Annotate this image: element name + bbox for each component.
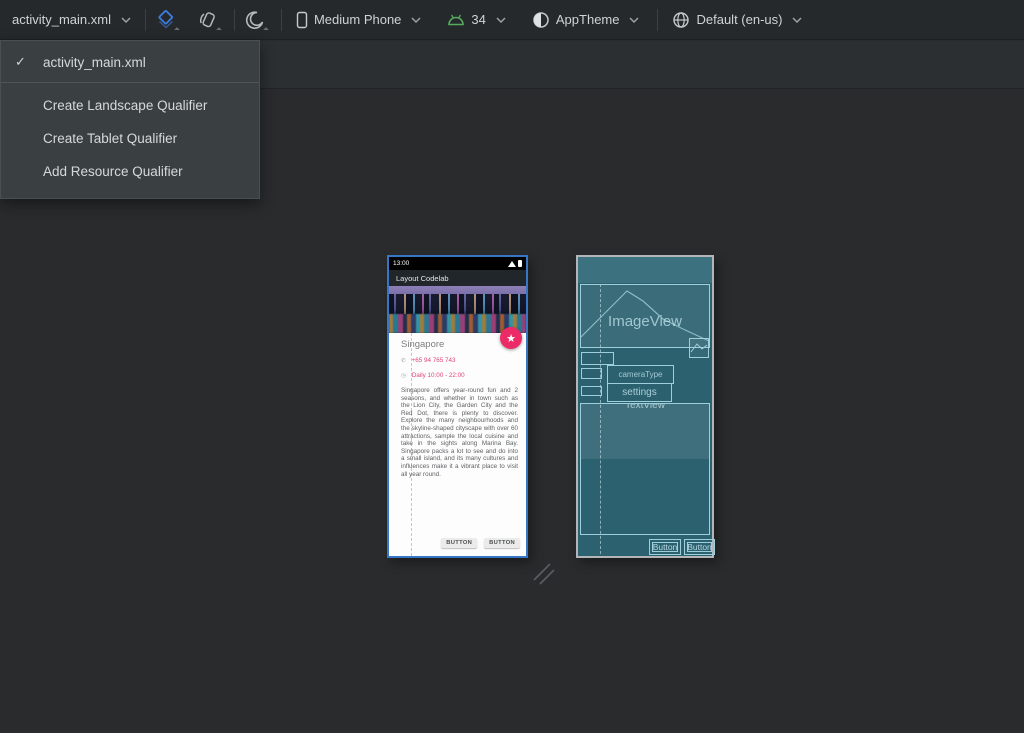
singapore-skyline-image[interactable] xyxy=(389,286,526,333)
description-text: Singapore offers year-round fun and 2 se… xyxy=(401,387,518,478)
card-button[interactable]: BUTTON xyxy=(441,538,477,548)
blueprint-cameratype-label: cameraType xyxy=(618,370,662,379)
theme-selector-label: AppTheme xyxy=(556,12,620,27)
app-bar-title: Layout Codelab xyxy=(396,274,449,283)
blueprint-button-inner-border xyxy=(652,542,678,552)
content-card: Singapore ✆ +65 94 765 743 ◷ Daily 10:00… xyxy=(389,333,526,556)
status-bar-time: 13:00 xyxy=(393,260,409,267)
blueprint-button-1[interactable]: Button xyxy=(649,539,681,555)
phone-small-icon: ✆ xyxy=(401,358,407,364)
checkmark-icon: ✓ xyxy=(15,54,43,70)
clock-small-icon: ◷ xyxy=(401,373,407,379)
orientation-button[interactable] xyxy=(194,6,222,34)
globe-icon xyxy=(672,11,690,29)
menu-divider xyxy=(1,82,259,83)
file-variant-selector[interactable]: activity_main.xml xyxy=(4,0,139,39)
chevron-down-icon xyxy=(629,17,639,23)
menu-item-add-resource-qualifier[interactable]: Add Resource Qualifier xyxy=(1,155,259,188)
design-view-preview[interactable]: 13:00 Layout Codelab ★ Singapore ✆ +65 9… xyxy=(387,255,528,558)
blueprint-fab-placeholder[interactable] xyxy=(689,338,709,358)
android-icon xyxy=(447,14,465,26)
chevron-down-icon xyxy=(121,17,131,23)
blueprint-button-2[interactable]: Button xyxy=(684,539,715,555)
design-surface-icon xyxy=(156,10,176,30)
status-bar: 13:00 xyxy=(389,257,526,270)
menu-item-create-landscape-qualifier[interactable]: Create Landscape Qualifier xyxy=(1,89,259,122)
skyline-buildings xyxy=(389,294,526,314)
menu-item-label: Add Resource Qualifier xyxy=(43,164,183,179)
app-bar: Layout Codelab xyxy=(389,270,526,286)
favorite-fab-button[interactable]: ★ xyxy=(500,327,522,349)
night-mode-button[interactable] xyxy=(241,6,269,34)
image-placeholder-icon xyxy=(690,339,708,357)
dropdown-indicator xyxy=(263,27,269,33)
file-variant-dropdown-menu: ✓ activity_main.xml Create Landscape Qua… xyxy=(0,40,260,199)
blueprint-icon-view[interactable] xyxy=(581,386,602,396)
blueprint-view-preview[interactable]: ImageView cameraType settings TextView B… xyxy=(576,255,714,558)
menu-item-activity-main[interactable]: ✓ activity_main.xml xyxy=(1,47,259,77)
blueprint-settings-view[interactable]: settings xyxy=(607,383,672,402)
menu-item-create-tablet-qualifier[interactable]: Create Tablet Qualifier xyxy=(1,122,259,155)
blueprint-textview-fill xyxy=(581,404,709,459)
contact-value[interactable]: Daily 10:00 - 22:00 xyxy=(412,372,465,379)
blueprint-settings-label: settings xyxy=(622,387,656,398)
locale-selector[interactable]: Default (en-us) xyxy=(664,0,810,39)
phone-device-icon xyxy=(296,11,308,29)
wifi-icon xyxy=(508,261,516,267)
card-button[interactable]: BUTTON xyxy=(484,538,520,548)
star-icon: ★ xyxy=(506,332,516,345)
blueprint-app-bar xyxy=(578,257,712,283)
theme-icon xyxy=(532,11,550,29)
device-selector[interactable]: Medium Phone xyxy=(288,0,429,39)
contact-row: ✆ +65 94 765 743 xyxy=(401,357,518,364)
blueprint-button-inner-border xyxy=(687,542,712,552)
orientation-icon xyxy=(197,9,219,31)
menu-item-label: Create Tablet Qualifier xyxy=(43,131,177,146)
api-level-label: 34 xyxy=(471,12,485,27)
preview-resize-handle[interactable] xyxy=(530,560,556,586)
design-toolbar: activity_main.xml Medium Phone xyxy=(0,0,1024,40)
dropdown-indicator xyxy=(216,27,222,33)
api-level-selector[interactable]: 34 xyxy=(439,0,513,39)
contact-value[interactable]: +65 94 765 743 xyxy=(412,357,456,364)
night-mode-icon xyxy=(245,10,265,30)
design-surface-selector-button[interactable] xyxy=(152,6,180,34)
toolbar-separator xyxy=(281,9,282,31)
toolbar-separator xyxy=(145,9,146,31)
blueprint-cameratype-view[interactable]: cameraType xyxy=(607,365,674,384)
file-variant-label: activity_main.xml xyxy=(12,12,111,27)
menu-item-label: Create Landscape Qualifier xyxy=(43,98,207,113)
blueprint-textview-label: TextView xyxy=(581,403,709,411)
blueprint-textview[interactable]: TextView xyxy=(580,403,710,535)
theme-selector[interactable]: AppTheme xyxy=(524,0,648,39)
toolbar-separator xyxy=(657,9,658,31)
blueprint-imageview-label: ImageView xyxy=(581,313,709,330)
menu-item-label: activity_main.xml xyxy=(43,55,146,70)
toolbar-separator xyxy=(234,9,235,31)
blueprint-icon-view[interactable] xyxy=(581,368,602,379)
dropdown-indicator xyxy=(174,27,180,33)
chevron-down-icon xyxy=(496,17,506,23)
card-button-row: BUTTON BUTTON xyxy=(441,538,520,548)
contact-row: ◷ Daily 10:00 - 22:00 xyxy=(401,372,518,379)
blueprint-title-textview[interactable] xyxy=(581,352,614,365)
locale-selector-label: Default (en-us) xyxy=(696,12,782,27)
battery-icon xyxy=(518,260,522,267)
chevron-down-icon xyxy=(411,17,421,23)
chevron-down-icon xyxy=(792,17,802,23)
device-selector-label: Medium Phone xyxy=(314,12,401,27)
